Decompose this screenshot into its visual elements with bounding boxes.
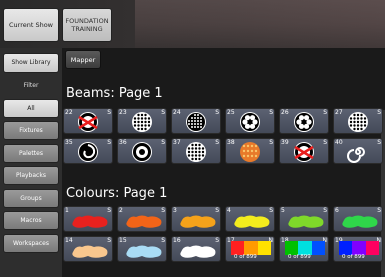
filter-palettes-button[interactable]: Palettes xyxy=(3,144,59,163)
gobo-crossed-icon xyxy=(78,112,98,132)
colour-effect-swatch xyxy=(285,241,325,255)
colour-swatch-icon xyxy=(234,215,270,228)
colour-palette-tile[interactable]: 17N0 of 899 xyxy=(225,236,275,262)
filter-groups-button[interactable]: Groups xyxy=(3,189,59,208)
palette-type-tag: S xyxy=(161,139,165,146)
colour-palette-tile[interactable]: 6S xyxy=(333,206,383,232)
beam-palette-tile[interactable]: 24 S xyxy=(171,108,221,134)
colour-palette-tile[interactable]: 2S xyxy=(117,206,167,232)
palette-number: 37 xyxy=(173,139,181,146)
palette-type-tag: S xyxy=(107,139,111,146)
beam-palette-tile[interactable]: 37 S xyxy=(171,138,221,164)
palette-type-tag: S xyxy=(323,109,327,116)
show-library-button[interactable]: Show Library xyxy=(3,53,59,73)
beam-palette-tile[interactable]: 40 S xyxy=(333,138,383,164)
colour-palette-tile[interactable]: 15 S xyxy=(117,236,167,262)
beams-section-title: Beams: Page 1 xyxy=(66,86,163,101)
colour-palette-tile[interactable]: 14 S xyxy=(63,236,113,262)
palette-number: 4 xyxy=(227,207,231,214)
palette-type-tag: S xyxy=(377,109,381,116)
filter-all-button[interactable]: All xyxy=(3,99,59,118)
palette-type-tag: S xyxy=(269,109,273,116)
beam-palette-tile[interactable]: 26 S xyxy=(279,108,329,134)
filter-workspaces-button[interactable]: Workspaces xyxy=(3,234,59,253)
filter-fixtures-button[interactable]: Fixtures xyxy=(3,121,59,140)
palette-number: 6 xyxy=(335,207,339,214)
effect-count: 0 of 899 xyxy=(234,254,257,260)
palette-type-tag: S xyxy=(215,109,219,116)
gobo-dots-icon xyxy=(186,142,206,162)
colour-swatch-icon xyxy=(126,215,162,228)
beam-palette-tile[interactable]: 38 S xyxy=(225,138,275,164)
palette-number: 3 xyxy=(173,207,177,214)
colour-palette-tile[interactable]: 16 S xyxy=(171,236,221,262)
colour-effect-swatch xyxy=(231,241,271,255)
colour-swatch-icon xyxy=(288,215,324,228)
colour-swatch-icon xyxy=(72,215,108,228)
gobo-orange-icon xyxy=(240,142,260,162)
beam-palette-tile[interactable]: 22 S xyxy=(63,108,113,134)
gobo-ring-icon xyxy=(132,142,152,162)
colour-swatch-icon xyxy=(72,245,108,258)
effect-count: 0 of 899 xyxy=(342,254,365,260)
beam-palette-tile[interactable]: 25 S xyxy=(225,108,275,134)
palette-number: 36 xyxy=(119,139,127,146)
palette-number: 1 xyxy=(65,207,69,214)
filter-macros-button[interactable]: Macros xyxy=(3,211,59,230)
palette-number: 27 xyxy=(335,109,343,116)
beam-palette-tile[interactable]: 39 S xyxy=(279,138,329,164)
gobo-grid-icon xyxy=(186,112,206,132)
palette-number: 38 xyxy=(227,139,235,146)
tab-mapper[interactable]: Mapper xyxy=(65,50,101,69)
palette-number: 22 xyxy=(65,109,73,116)
colours-section-title: Colours: Page 1 xyxy=(66,186,168,201)
palette-type-tag: S xyxy=(377,139,381,146)
colour-palette-tile[interactable]: 5S xyxy=(279,206,329,232)
background-photo xyxy=(135,0,385,48)
palette-number: 26 xyxy=(281,109,289,116)
colour-palette-tile[interactable]: 19N0 of 899 xyxy=(333,236,383,262)
gobo-flower-icon xyxy=(294,112,314,132)
beam-palette-tile[interactable]: 35 S xyxy=(63,138,113,164)
gobo-dots-icon xyxy=(348,112,368,132)
current-show-button[interactable]: Current Show xyxy=(3,8,59,42)
gobo-spiral-icon xyxy=(347,147,365,163)
colour-palette-tile[interactable]: 3S xyxy=(171,206,221,232)
filter-playbacks-button[interactable]: Playbacks xyxy=(3,166,59,185)
gobo-flower-icon xyxy=(240,112,260,132)
colour-palette-tile[interactable]: 1S xyxy=(63,206,113,232)
gobo-crossed-icon xyxy=(294,142,314,162)
colour-swatch-icon xyxy=(342,215,378,228)
gobo-swirl-icon xyxy=(78,142,98,162)
filter-label: Filter xyxy=(23,82,39,89)
colour-swatch-icon xyxy=(180,245,216,258)
palette-number: 35 xyxy=(65,139,73,146)
top-bar: Current Show FOUNDATION TRAINING xyxy=(0,0,385,48)
palette-type-tag: S xyxy=(107,109,111,116)
palette-type-tag: S xyxy=(269,139,273,146)
colour-palette-tile[interactable]: 18N0 of 899 xyxy=(279,236,329,262)
colour-swatch-icon xyxy=(126,245,162,258)
palette-number: 2 xyxy=(119,207,123,214)
beam-palette-tile[interactable]: 36 S xyxy=(117,138,167,164)
palette-number: 40 xyxy=(335,139,343,146)
gobo-dots-icon xyxy=(132,112,152,132)
palette-number: 24 xyxy=(173,109,181,116)
show-foundation-training-button[interactable]: FOUNDATION TRAINING xyxy=(62,8,112,42)
palette-type-tag: S xyxy=(323,139,327,146)
beam-palette-tile[interactable]: 23 S xyxy=(117,108,167,134)
palette-type-tag: S xyxy=(215,139,219,146)
palette-number: 25 xyxy=(227,109,235,116)
colour-swatch-icon xyxy=(180,215,216,228)
beam-palette-tile[interactable]: 27 S xyxy=(333,108,383,134)
effect-count: 0 of 899 xyxy=(288,254,311,260)
palette-type-tag: S xyxy=(161,109,165,116)
sidebar: Show Library Filter All Fixtures Palette… xyxy=(0,48,62,277)
main-panel: Mapper Beams: Page 1 Colours: Page 1 22 S… xyxy=(62,48,385,277)
palette-number: 23 xyxy=(119,109,127,116)
palette-number: 5 xyxy=(281,207,285,214)
colour-effect-swatch xyxy=(339,241,379,255)
colour-palette-tile[interactable]: 4S xyxy=(225,206,275,232)
palette-number: 39 xyxy=(281,139,289,146)
